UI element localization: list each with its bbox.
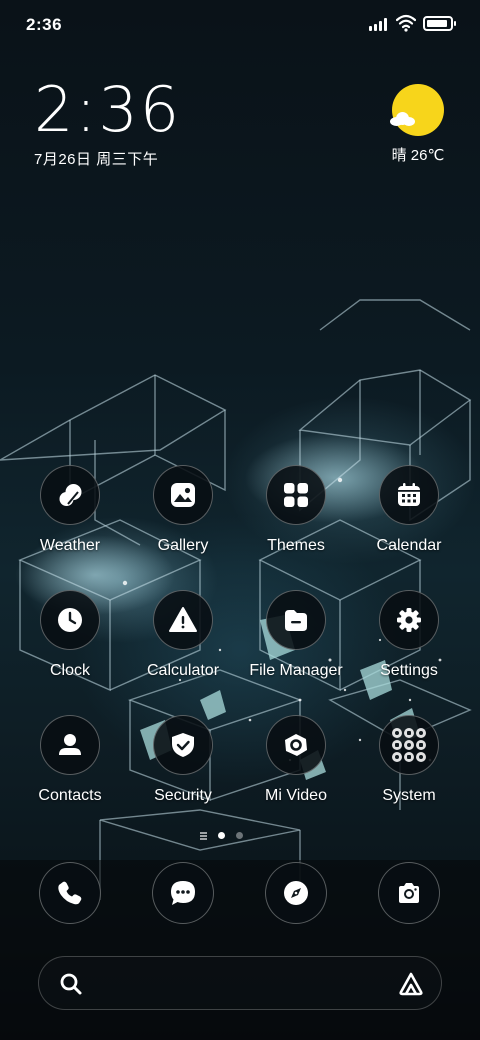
dock-messages[interactable] — [152, 862, 214, 924]
widget-time: 2:36 — [34, 73, 182, 146]
app-label: Mi Video — [265, 787, 327, 804]
camera-icon — [378, 862, 440, 924]
wifi-icon — [396, 14, 416, 32]
widget-date: 7月26日 周三下午 — [34, 151, 159, 168]
signal-icon — [369, 17, 391, 31]
app-settings[interactable]: Settings — [354, 590, 464, 680]
system-folder-icon — [379, 715, 439, 775]
dock-browser[interactable] — [265, 862, 327, 924]
app-file-manager[interactable]: File Manager — [241, 590, 351, 680]
battery-level — [427, 20, 447, 27]
browser-compass-icon — [265, 862, 327, 924]
pi-list-icon — [200, 832, 207, 840]
app-calculator[interactable]: Calculator — [128, 590, 238, 680]
app-label: System — [382, 787, 436, 804]
app-label: Weather — [39, 537, 101, 554]
themes-icon — [266, 465, 326, 525]
app-calendar[interactable]: Calendar — [354, 465, 464, 555]
dock-camera[interactable] — [378, 862, 440, 924]
mi-video-icon — [266, 715, 326, 775]
app-mi-video[interactable]: Mi Video — [241, 715, 351, 805]
security-icon — [153, 715, 213, 775]
calendar-icon — [379, 465, 439, 525]
clock-icon — [40, 590, 100, 650]
weather-text: 晴 26℃ — [391, 147, 445, 164]
app-label: Themes — [267, 537, 325, 554]
app-label: Calculator — [146, 662, 220, 679]
app-clock[interactable]: Clock — [15, 590, 125, 680]
weather-widget[interactable]: 晴 26℃ — [380, 84, 456, 165]
dock-phone[interactable] — [39, 862, 101, 924]
assistant-icon[interactable] — [397, 970, 425, 998]
app-label: Contacts — [38, 787, 102, 804]
app-label: Settings — [380, 662, 438, 679]
page-dot[interactable] — [218, 832, 225, 839]
app-label: Gallery — [157, 537, 209, 554]
app-themes[interactable]: Themes — [241, 465, 351, 555]
app-gallery[interactable]: Gallery — [128, 465, 238, 555]
app-label: Clock — [49, 662, 90, 679]
app-label: Calendar — [376, 537, 442, 554]
app-label: Security — [154, 787, 212, 804]
settings-icon — [379, 590, 439, 650]
gallery-icon — [153, 465, 213, 525]
app-weather[interactable]: Weather — [15, 465, 125, 555]
calculator-icon — [153, 590, 213, 650]
search-icon — [60, 973, 82, 995]
app-contacts[interactable]: Contacts — [15, 715, 125, 805]
status-bar: 2:36 — [0, 0, 480, 50]
app-security[interactable]: Security — [128, 715, 238, 805]
messages-icon — [152, 862, 214, 924]
app-label: File Manager — [249, 662, 343, 679]
search-bar[interactable] — [38, 956, 442, 1010]
sunny-with-cloud-icon — [390, 84, 444, 136]
page-indicator[interactable] — [200, 831, 246, 841]
file-manager-icon — [266, 590, 326, 650]
app-system-folder[interactable]: System — [354, 715, 464, 805]
weather-icon — [40, 465, 100, 525]
page-dot[interactable] — [236, 832, 243, 839]
phone-icon — [39, 862, 101, 924]
clock-widget[interactable]: 2:36 7月26日 周三下午 — [34, 78, 181, 169]
status-time: 2:36 — [26, 15, 63, 34]
cloud-icon — [390, 112, 416, 126]
battery-icon — [423, 16, 456, 31]
contacts-icon — [40, 715, 100, 775]
